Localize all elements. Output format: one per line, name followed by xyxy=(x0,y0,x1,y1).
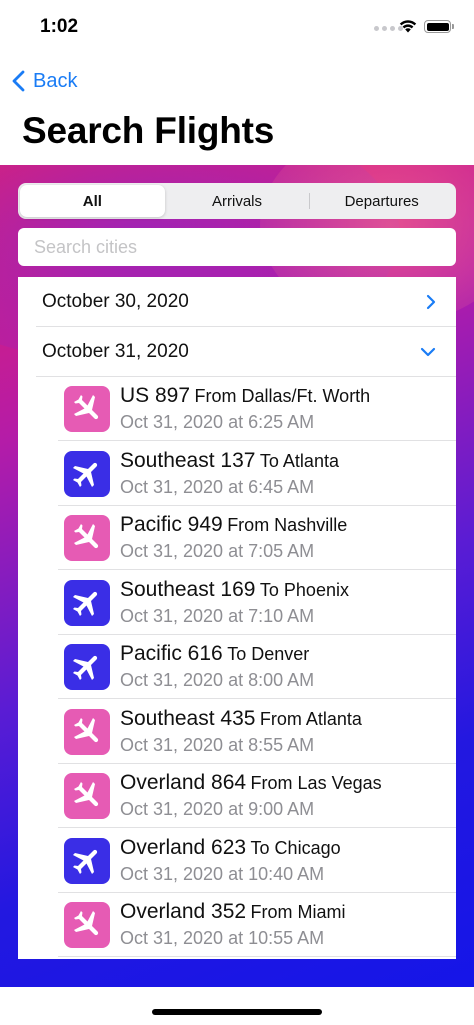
page-title: Search Flights xyxy=(22,110,275,151)
date-label: October 30, 2020 xyxy=(42,291,189,312)
wifi-icon xyxy=(399,20,417,33)
flight-time: Oct 31, 2020 at 9:00 AM xyxy=(120,799,315,819)
segmented-control: All Arrivals Departures xyxy=(18,183,456,219)
flight-title: Overland 352 From Miami xyxy=(120,900,346,924)
flight-number: Pacific 616 xyxy=(120,642,223,665)
content-area: All Arrivals Departures October 30, 2020… xyxy=(0,165,474,987)
date-row-oct-31[interactable]: October 31, 2020 xyxy=(18,327,456,377)
flight-number: US 897 xyxy=(120,384,191,407)
airplane-arrival-icon xyxy=(64,708,110,755)
flight-title: Southeast 435 From Atlanta xyxy=(120,707,362,731)
flight-route: To Denver xyxy=(227,644,310,664)
flight-number: Overland 352 xyxy=(120,900,247,923)
segment-arrivals[interactable]: Arrivals xyxy=(165,185,310,217)
flight-route: To Atlanta xyxy=(259,450,339,471)
airplane-arrival-icon xyxy=(64,773,110,819)
airplane-departure-icon xyxy=(64,837,110,884)
flight-time: Oct 31, 2020 at 8:00 AM xyxy=(120,670,315,690)
flight-title: Pacific 949 From Nashville xyxy=(120,513,347,537)
airplane-departure-icon xyxy=(64,579,110,626)
flight-title: Southeast 137 To Atlanta xyxy=(120,449,339,473)
flight-number: Overland 864 xyxy=(120,771,247,794)
flight-row[interactable]: Overland 352 From Miami Oct 31, 2020 at 1… xyxy=(18,893,456,957)
chevron-left-icon xyxy=(12,70,25,92)
status-time: 1:02 xyxy=(40,16,79,37)
battery-icon xyxy=(424,20,454,33)
airplane-arrival-icon xyxy=(64,902,110,948)
chevron-down-icon xyxy=(420,347,436,357)
search-bar xyxy=(18,228,456,266)
airplane-departure-icon xyxy=(64,644,110,690)
flight-title: Pacific 616 To Denver xyxy=(120,642,309,666)
flight-route: To Phoenix xyxy=(259,579,349,600)
flight-title: Overland 623 To Chicago xyxy=(120,836,341,860)
date-label: October 31, 2020 xyxy=(42,341,189,362)
back-label: Back xyxy=(33,69,78,92)
flight-time: Oct 31, 2020 at 10:40 AM xyxy=(120,863,325,884)
flight-number: Overland 623 xyxy=(120,835,247,859)
flight-number: Southeast 169 xyxy=(120,577,256,601)
flight-route: From Miami xyxy=(250,902,346,922)
status-bar: 1:02 xyxy=(0,0,474,56)
airplane-departure-icon xyxy=(64,450,110,497)
flight-time: Oct 31, 2020 at 10:55 AM xyxy=(120,928,325,948)
flight-list: October 30, 2020 October 31, 2020 US 897… xyxy=(18,277,456,959)
flight-row[interactable]: US 897 From Dallas/Ft. Worth Oct 31, 2020… xyxy=(18,377,456,441)
home-indicator xyxy=(152,1009,322,1015)
flight-title: Southeast 169 To Phoenix xyxy=(120,578,349,602)
flight-time: Oct 31, 2020 at 6:25 AM xyxy=(120,412,315,432)
date-row-oct-30[interactable]: October 30, 2020 xyxy=(18,277,456,327)
flight-row[interactable]: Southeast 137 To Atlanta Oct 31, 2020 at … xyxy=(18,442,456,506)
back-button[interactable]: Back xyxy=(12,66,77,96)
flight-row[interactable]: Overland 864 From Las Vegas Oct 31, 2020 … xyxy=(18,764,456,828)
flight-row[interactable]: Southeast 169 To Phoenix Oct 31, 2020 at … xyxy=(18,571,456,635)
flight-row[interactable]: Overland 623 To Chicago Oct 31, 2020 at 1… xyxy=(18,829,456,893)
flight-time: Oct 31, 2020 at 8:55 AM xyxy=(120,734,315,755)
flight-number: Southeast 137 xyxy=(120,448,256,472)
airplane-arrival-icon xyxy=(64,515,110,561)
flight-time: Oct 31, 2020 at 6:45 AM xyxy=(120,476,315,497)
segment-departures[interactable]: Departures xyxy=(309,185,454,217)
flight-route: From Dallas/Ft. Worth xyxy=(194,386,371,406)
flight-route: From Atlanta xyxy=(259,708,362,729)
flight-route: From Nashville xyxy=(227,515,348,535)
segment-all[interactable]: All xyxy=(20,185,165,217)
flight-row[interactable]: Pacific 616 To Denver Oct 31, 2020 at 8:0… xyxy=(18,635,456,699)
chevron-right-icon xyxy=(426,294,436,310)
flight-row[interactable]: Pacific 949 From Nashville Oct 31, 2020 a… xyxy=(18,506,456,570)
flight-title: US 897 From Dallas/Ft. Worth xyxy=(120,384,370,408)
flight-title: Overland 864 From Las Vegas xyxy=(120,771,382,795)
flight-time: Oct 31, 2020 at 7:10 AM xyxy=(120,605,315,626)
flight-row[interactable]: Southeast 435 From Atlanta Oct 31, 2020 a… xyxy=(18,700,456,764)
airplane-arrival-icon xyxy=(64,386,110,432)
flight-route: From Las Vegas xyxy=(250,773,382,793)
flight-number: Pacific 949 xyxy=(120,513,223,536)
flight-number: Southeast 435 xyxy=(120,706,256,730)
flight-route: To Chicago xyxy=(250,837,341,858)
search-input[interactable] xyxy=(32,235,442,259)
flight-time: Oct 31, 2020 at 7:05 AM xyxy=(120,541,315,561)
